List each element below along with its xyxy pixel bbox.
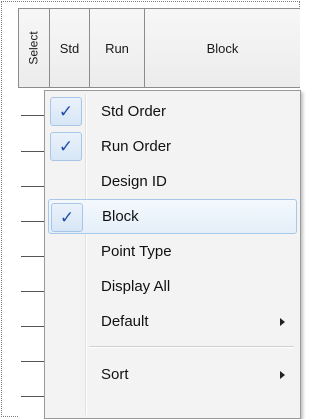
column-header-run[interactable]: Run (90, 9, 145, 87)
menu-item-point-type[interactable]: Point Type (48, 234, 297, 269)
menu-item-label: Design ID (101, 173, 167, 190)
column-header-select[interactable]: Select (18, 9, 50, 87)
menu-item-display-all[interactable]: Display All (48, 269, 297, 304)
column-header-run-label: Run (105, 40, 129, 56)
menu-item-label: Display All (101, 278, 171, 295)
column-context-menu: ✓ Std Order ✓ Run Order Design ID ✓ Bloc… (44, 90, 301, 419)
column-header-block[interactable]: Block (145, 9, 300, 87)
checkmark-icon: ✓ (50, 132, 82, 161)
column-header-std-label: Std (59, 40, 80, 56)
menu-item-std-order[interactable]: ✓ Std Order (48, 94, 297, 129)
checkmark-icon: ✓ (51, 203, 83, 232)
grid-header: Select Std Run Block (18, 8, 300, 88)
menu-item-label: Block (102, 208, 139, 225)
menu-item-block[interactable]: ✓ Block (48, 199, 297, 234)
menu-item-label: Run Order (101, 138, 172, 155)
menu-item-label: Sort (101, 366, 129, 383)
submenu-arrow-icon (280, 317, 285, 326)
menu-item-label: Std Order (101, 103, 167, 120)
menu-item-sort[interactable]: Sort (48, 357, 297, 392)
menu-item-label: Point Type (101, 243, 172, 260)
menu-item-design-id[interactable]: Design ID (48, 164, 297, 199)
column-header-std[interactable]: Std (50, 9, 90, 87)
menu-separator (89, 346, 294, 348)
checkmark-icon: ✓ (50, 97, 82, 126)
submenu-arrow-icon (280, 370, 285, 379)
menu-item-default[interactable]: Default (48, 304, 297, 339)
column-header-select-label: Select (27, 31, 42, 65)
column-header-block-label: Block (206, 40, 239, 56)
menu-item-run-order[interactable]: ✓ Run Order (48, 129, 297, 164)
menu-item-label: Default (101, 313, 149, 330)
